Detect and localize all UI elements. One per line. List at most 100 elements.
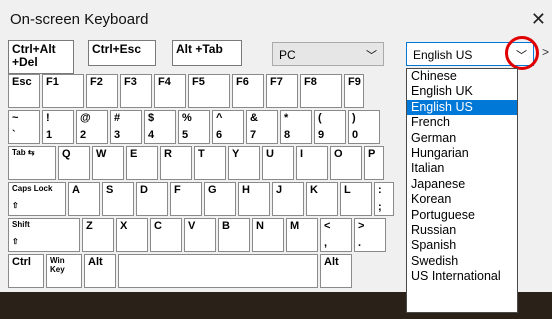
key-top-label: F [174,184,181,196]
key-top-label: @ [80,112,91,124]
key-bottom-label: 5 [182,129,189,141]
key-bottom-label: 1 [46,129,53,141]
key[interactable]: & 7 [246,110,278,144]
more-button[interactable]: > [542,45,549,59]
key[interactable]: F4 [154,74,186,108]
key[interactable]: :; [374,182,394,216]
key[interactable]: S [102,182,134,216]
key[interactable]: Z [82,218,114,252]
ctrl-alt-del-button[interactable]: Ctrl+Alt +Del [8,40,74,74]
key[interactable]: ) 0 [348,110,380,144]
key[interactable]: Alt [320,254,352,288]
key-top-label: Win Key [50,256,65,274]
key[interactable]: G [204,182,236,216]
key[interactable]: F3 [120,74,152,108]
key-top-label: U [266,148,274,160]
key-top-label: Esc [12,76,32,88]
key[interactable]: $4 [144,110,176,144]
key[interactable]: Q [58,146,90,180]
language-option[interactable]: English UK [407,84,517,99]
language-option[interactable]: Hungarian [407,146,517,161]
key[interactable]: #3 [110,110,142,144]
key-top-label: H [242,184,250,196]
key[interactable]: M [286,218,318,252]
key[interactable]: % 5 [178,110,210,144]
key[interactable]: V [184,218,216,252]
key[interactable]: Win Key [46,254,82,288]
key[interactable]: I [296,146,328,180]
layout-select[interactable]: PC ﹀ [272,42,384,66]
key[interactable]: ^ 6 [212,110,244,144]
key[interactable]: A [68,182,100,216]
key[interactable]: L [340,182,372,216]
key-top-label: S [106,184,114,196]
key-top-label: % [182,112,192,124]
language-option[interactable]: Spanish [407,238,517,253]
key[interactable]: ! 1 [42,110,74,144]
language-option[interactable]: French [407,115,517,130]
key-top-label: Shift [12,220,30,229]
key-top-label: I [300,148,304,160]
key[interactable]: F [170,182,202,216]
close-icon[interactable]: ✕ [531,9,546,30]
key[interactable]: ~ ` [8,110,40,144]
key[interactable]: B [218,218,250,252]
key-top-label: Alt [324,256,339,268]
ctrl-esc-button[interactable]: Ctrl+Esc [88,40,156,66]
key-top-label: ) [352,112,356,124]
key[interactable]: W [92,146,124,180]
key[interactable]: F7 [266,74,298,108]
key[interactable]: Ctrl [8,254,44,288]
language-option[interactable]: Portuguese [407,208,517,223]
key[interactable]: F8 [300,74,342,108]
key[interactable]: U [262,146,294,180]
key[interactable]: T [194,146,226,180]
key[interactable]: K [306,182,338,216]
key[interactable]: F1 [42,74,84,108]
language-option[interactable]: English US [407,99,517,116]
key[interactable]: * 8 [280,110,312,144]
key[interactable]: O [330,146,362,180]
key[interactable]: F6 [232,74,264,108]
key-bottom-label: 4 [148,129,155,141]
key[interactable]: C [150,218,182,252]
keyboard-row-function: Esc F1 F2 F3 F4 F5 F6 F7 F8 F9 [8,74,408,110]
language-option[interactable]: US International [407,269,517,284]
key[interactable]: P [364,146,384,180]
alt-tab-button[interactable]: Alt +Tab [172,40,242,66]
language-option[interactable]: Russian [407,223,517,238]
language-option[interactable]: Japanese [407,177,517,192]
language-option[interactable]: Korean [407,192,517,207]
key[interactable]: F5 [188,74,230,108]
language-dropdown-list[interactable]: Chinese English UK English US French German H… [406,68,518,313]
key[interactable]: X [116,218,148,252]
language-option[interactable]: Chinese [407,69,517,84]
key[interactable]: F9 [344,74,364,108]
key[interactable]: H [238,182,270,216]
key[interactable]: D [136,182,168,216]
key[interactable]: @2 [76,110,108,144]
language-option[interactable]: Swedish [407,254,517,269]
key[interactable]: Tab ⇆ [8,146,56,180]
key[interactable]: N [252,218,284,252]
key[interactable]: Esc [8,74,40,108]
key[interactable]: Shift ⇧ [8,218,80,252]
key[interactable]: R [160,146,192,180]
key[interactable]: Caps Lock ⇧ [8,182,66,216]
key-top-label: F4 [158,76,171,88]
key-bottom-label: 0 [352,129,359,141]
language-option[interactable]: Italian [407,161,517,176]
key[interactable]: (9 [314,110,346,144]
key[interactable]: Alt [84,254,116,288]
key[interactable]: >. [354,218,386,252]
key[interactable]: E [126,146,158,180]
key[interactable]: <, [320,218,352,252]
key[interactable]: F2 [86,74,118,108]
key[interactable]: Y [228,146,260,180]
key-top-label: M [290,220,300,232]
language-option[interactable]: German [407,131,517,146]
key[interactable]: J [272,182,304,216]
key-top-label: P [368,148,376,160]
key[interactable] [118,254,318,288]
highlight-circle [505,36,539,70]
